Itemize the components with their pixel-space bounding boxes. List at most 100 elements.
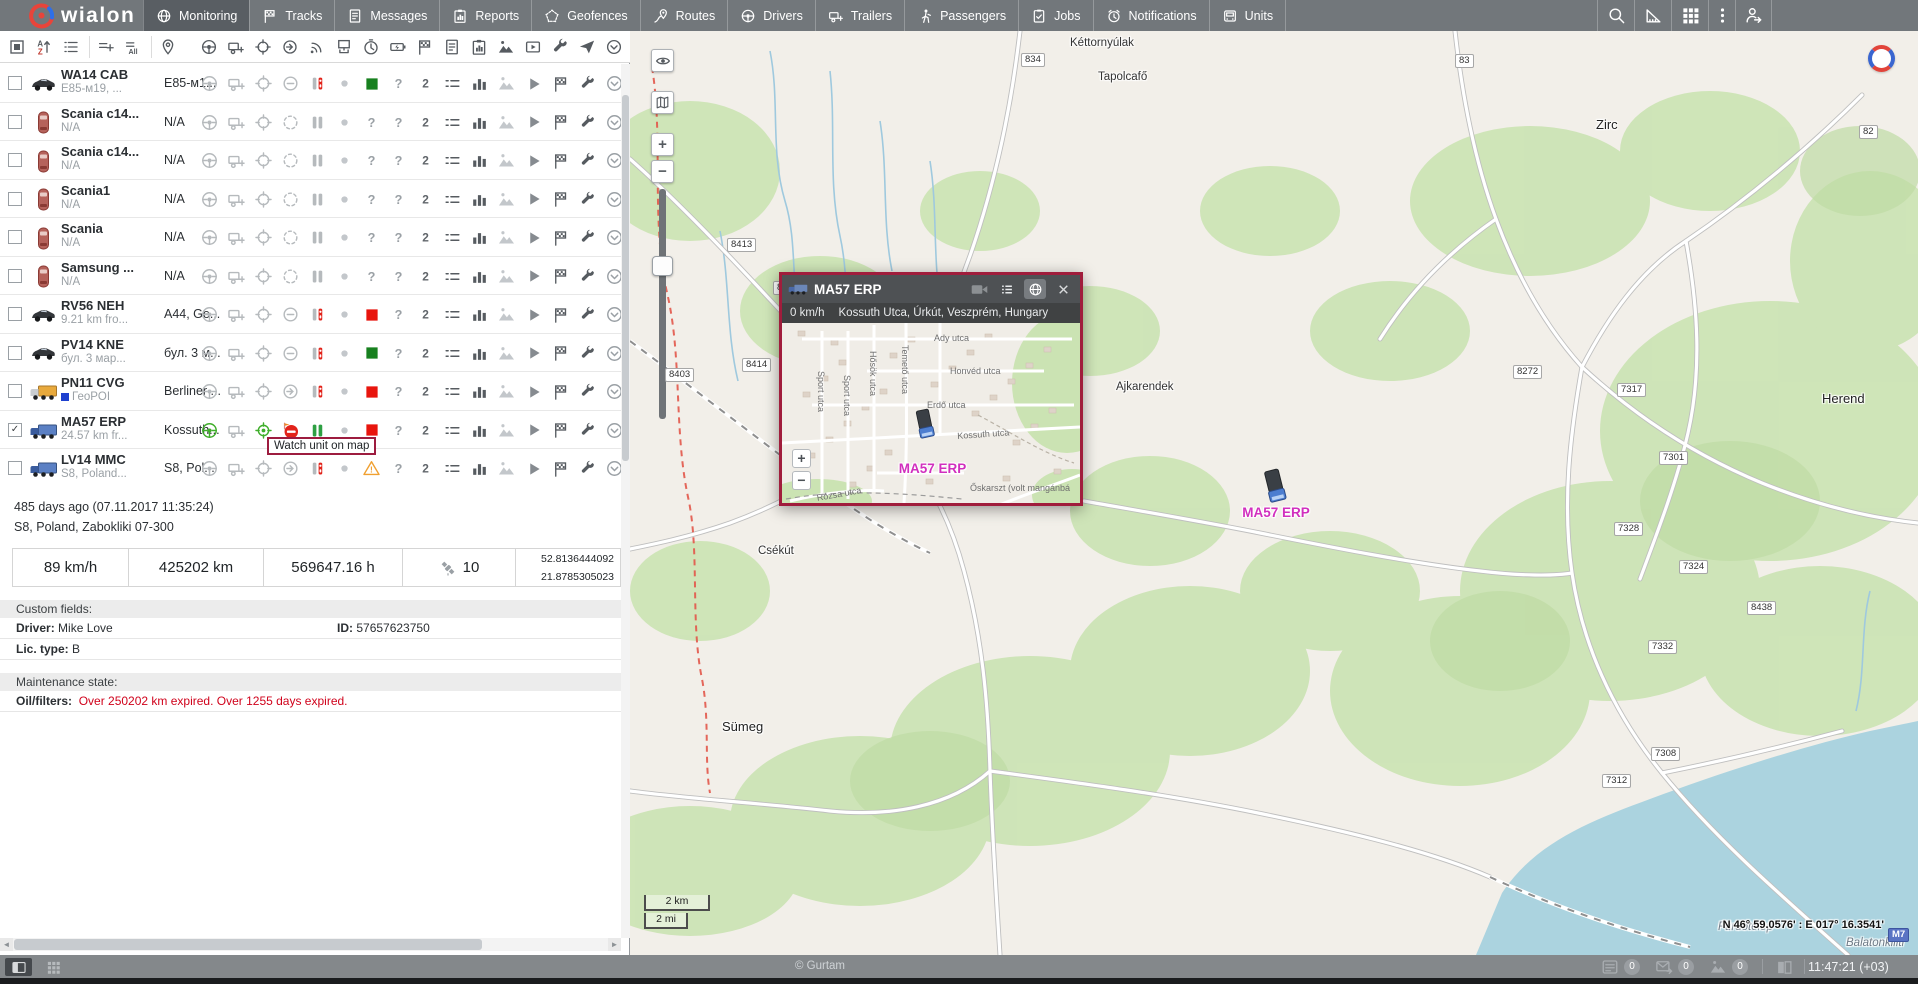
chart-state-icon[interactable] [466,189,493,210]
list-state-icon[interactable] [439,304,466,325]
driver-state-icon[interactable] [196,343,223,364]
s2-state-icon[interactable]: ? [385,227,412,248]
s1-state-icon[interactable]: ! [358,458,385,479]
play-state-icon[interactable] [520,189,547,210]
tab-monitoring[interactable]: Monitoring [143,0,249,31]
flag-state-icon[interactable] [547,266,574,287]
unit-checkbox[interactable] [8,461,22,475]
unit-row[interactable]: PV14 KNEбул. 3 мар...бул. 3 м...?2 [0,334,621,373]
bars-state-icon[interactable] [304,381,331,402]
wrench-state-icon[interactable] [574,112,601,133]
trailer-state-icon[interactable] [223,73,250,94]
scroll-left-arrow[interactable]: ◄ [0,938,13,951]
s1-state-icon[interactable]: ? [358,189,385,210]
s2-state-icon[interactable]: ? [385,343,412,364]
driver-state-icon[interactable] [196,266,223,287]
play-state-icon[interactable] [520,304,547,325]
bottom-panel-toggle-button[interactable] [5,958,32,976]
tab-jobs[interactable]: Jobs [1018,0,1092,31]
list-state-icon[interactable] [439,266,466,287]
unit-menu-icon[interactable] [603,37,625,57]
unit-checkbox[interactable] [8,76,22,90]
photo-state-icon[interactable] [493,189,520,210]
driver-state-icon[interactable] [196,458,223,479]
conn-state-icon[interactable]: 2 [412,266,439,287]
photo-state-icon[interactable] [493,420,520,441]
unit-checkbox[interactable]: ✓ [8,423,22,437]
chart-state-icon[interactable] [466,227,493,248]
conn-state-icon[interactable]: 2 [412,381,439,402]
target-state-icon[interactable] [250,381,277,402]
minimap-zoom-in-button[interactable]: + [792,449,811,468]
location-icon[interactable] [252,37,274,57]
photo-state-icon[interactable] [493,227,520,248]
select-all-icon[interactable] [6,37,28,57]
unit-checkbox[interactable] [8,269,22,283]
s2-state-icon[interactable]: ? [385,304,412,325]
target-state-icon[interactable] [250,189,277,210]
map-zoom-in-button[interactable]: + [651,133,674,156]
s1-state-icon[interactable]: ? [358,266,385,287]
bars-state-icon[interactable] [304,150,331,171]
s2-state-icon[interactable]: ? [385,112,412,133]
motion-state-icon[interactable] [277,73,304,94]
play-state-icon[interactable] [520,150,547,171]
add-to-list-icon[interactable] [95,37,117,57]
flag-state-icon[interactable] [547,304,574,325]
driver-state-icon[interactable] [196,189,223,210]
unit-checkbox[interactable] [8,346,22,360]
unit-row[interactable]: RV56 NEH9.21 km fro...A44, Ge...?2 [0,295,621,334]
driver-state-icon[interactable] [196,304,223,325]
chart-state-icon[interactable] [466,73,493,94]
notes-status-icon[interactable] [1598,958,1622,976]
s1-state-icon[interactable] [358,381,385,402]
trailer-state-icon[interactable] [223,112,250,133]
photo-state-icon[interactable] [493,458,520,479]
wrench-state-icon[interactable] [574,343,601,364]
motion-state-icon[interactable] [277,266,304,287]
driver-state-icon[interactable] [196,112,223,133]
unit-checkbox[interactable] [8,307,22,321]
motion-state-icon[interactable] [277,343,304,364]
bars-state-icon[interactable] [304,343,331,364]
conn-state-icon[interactable]: 2 [412,420,439,441]
tab-passengers[interactable]: Passengers [904,0,1018,31]
photo-state-icon[interactable] [493,343,520,364]
bars-state-icon[interactable] [304,304,331,325]
popup-camera-icon[interactable] [968,279,990,299]
s2-state-icon[interactable]: ? [385,73,412,94]
conn-state-icon[interactable]: 2 [412,150,439,171]
trailer-state-icon[interactable] [223,227,250,248]
wrench-state-icon[interactable] [574,420,601,441]
s2-state-icon[interactable]: ? [385,189,412,210]
tab-drivers[interactable]: Drivers [727,0,815,31]
target-state-icon[interactable] [250,112,277,133]
chart-state-icon[interactable] [466,150,493,171]
play-state-icon[interactable] [520,73,547,94]
bars-state-icon[interactable] [304,189,331,210]
flag-state-icon[interactable] [547,189,574,210]
driver-state-icon[interactable] [196,381,223,402]
s2-state-icon[interactable]: ? [385,420,412,441]
flag-state-icon[interactable] [547,381,574,402]
tab-trailers[interactable]: Trailers [815,0,904,31]
mail-status-icon[interactable] [1652,958,1676,976]
motion-state-icon[interactable] [277,458,304,479]
s1-state-icon[interactable] [358,73,385,94]
s1-state-icon[interactable]: ? [358,150,385,171]
photo-state-icon[interactable] [493,73,520,94]
dot-state-icon[interactable] [331,266,358,287]
list-view-icon[interactable] [60,37,82,57]
addresses-icon[interactable] [157,37,179,57]
photo-state-icon[interactable] [493,381,520,402]
unit-row[interactable]: Scania c14...N/AN/A??2 [0,103,621,142]
flag-state-icon[interactable] [547,420,574,441]
motion-icon[interactable] [279,37,301,57]
map-source-button[interactable] [651,91,674,114]
popup-close-icon[interactable] [1052,279,1074,299]
s2-state-icon[interactable]: ? [385,381,412,402]
driver-state-icon[interactable] [196,73,223,94]
scroll-right-arrow[interactable]: ► [608,938,621,951]
trailer-state-icon[interactable] [223,189,250,210]
apps-icon[interactable] [1671,0,1708,31]
